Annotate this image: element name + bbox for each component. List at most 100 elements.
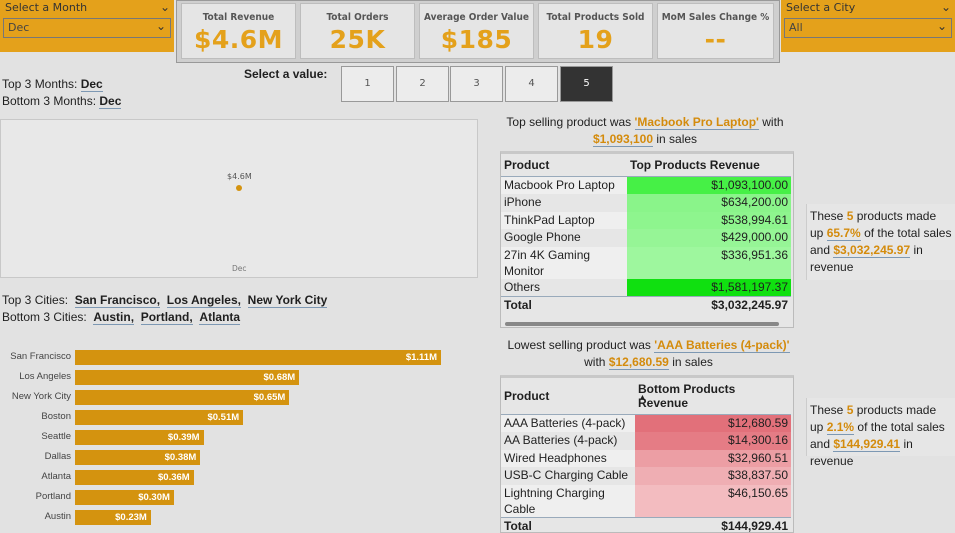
product-cell: Wired Headphones <box>501 449 635 467</box>
table-row[interactable]: iPhone $634,200.00 <box>501 194 791 212</box>
column-header-product[interactable]: Product <box>501 154 627 177</box>
bar[interactable]: $0.23M <box>75 510 151 525</box>
bar[interactable]: $0.51M <box>75 410 244 425</box>
sort-ascending-icon[interactable]: ▲ <box>639 394 646 401</box>
low-product-pre: Lowest selling product was <box>507 338 651 352</box>
chart-point[interactable] <box>236 185 242 191</box>
product-cell: USB-C Charging Cable <box>501 467 635 485</box>
kpi-value: -- <box>704 25 727 54</box>
top-months-value: Dec <box>80 77 103 92</box>
table-row[interactable]: Lightning Charging Cable $46,150.65 <box>501 484 791 517</box>
bar[interactable]: $0.65M <box>75 390 290 405</box>
product-cell: ThinkPad Laptop <box>501 211 627 229</box>
top-months: Top 3 Months: Dec <box>2 77 103 92</box>
product-cell: AA Batteries (4-pack) <box>501 432 635 450</box>
kpi-value: 19 <box>577 25 614 54</box>
city-select[interactable]: All ⌄ <box>784 18 952 38</box>
low-product-mid: with <box>584 355 606 369</box>
chart-x-label: Dec <box>232 264 247 273</box>
table-row[interactable]: Wired Headphones $32,960.51 <box>501 449 791 467</box>
table-total-row: Total $3,032,245.97 <box>501 296 791 314</box>
data-label: $1.11M <box>405 352 437 363</box>
value-option-1[interactable]: 1 <box>341 66 394 102</box>
bar-row: Atlanta $0.36M <box>0 467 478 487</box>
top-product-mid: with <box>762 115 784 129</box>
table-row[interactable]: Google Phone $429,000.00 <box>501 229 791 247</box>
summary-percent: 65.7% <box>826 226 861 241</box>
bar[interactable]: $0.39M <box>75 430 204 445</box>
kpi-value: $185 <box>440 25 513 54</box>
top-cities: Top 3 Cities: San Francisco, Los Angeles… <box>2 293 328 308</box>
total-value: $3,032,245.97 <box>711 297 788 312</box>
bar-row: Seattle $0.39M <box>0 427 478 447</box>
total-value: $144,929.41 <box>721 518 788 533</box>
low-product-sentence: Lowest selling product was 'AAA Batterie… <box>500 337 797 371</box>
top-product-sentence: Top selling product was 'Macbook Pro Lap… <box>500 114 790 148</box>
category-label: Dallas <box>44 451 71 462</box>
value-option-3[interactable]: 3 <box>450 66 503 102</box>
chevron-down-icon: ⌄ <box>936 19 947 33</box>
value-option-2[interactable]: 2 <box>396 66 449 102</box>
column-header-revenue[interactable]: Top Products Revenue <box>627 154 791 177</box>
revenue-cell: $1,093,100.00 <box>627 176 791 194</box>
bar[interactable]: $0.30M <box>75 490 174 505</box>
month-slicer: Select a Month ⌄ Dec ⌄ <box>0 0 174 52</box>
category-label: Austin <box>44 511 71 522</box>
bar-row: Boston $0.51M <box>0 407 478 427</box>
bottom-cities-label: Bottom 3 Cities: <box>2 310 87 324</box>
bar[interactable]: $0.38M <box>75 450 201 465</box>
city-select-value: All <box>789 21 803 34</box>
chart-point-label: $4.6M <box>227 172 252 181</box>
kpi-value: $4.6M <box>193 25 284 54</box>
top-months-label: Top 3 Months: <box>2 77 78 91</box>
category-label: Seattle <box>41 431 71 442</box>
column-header-revenue-label: Bottom Products Revenue <box>638 382 736 410</box>
column-header-product[interactable]: Product <box>501 378 635 415</box>
data-label: $0.39M <box>167 432 200 443</box>
bottom-months-label: Bottom 3 Months: <box>2 94 97 108</box>
bar-row: Portland $0.30M <box>0 487 478 507</box>
bottom-summary-card: These 5 products made up 2.1% of the tot… <box>806 398 955 468</box>
total-label: Total <box>504 518 532 533</box>
revenue-cell: $38,837.50 <box>635 467 791 485</box>
bar-row: Dallas $0.38M <box>0 447 478 467</box>
kpi-card-total-revenue: Total Revenue $4.6M <box>181 3 296 59</box>
table-scrollbar[interactable] <box>505 322 779 326</box>
revenue-cell: $336,951.36 <box>627 246 791 279</box>
revenue-cell: $538,994.61 <box>627 211 791 229</box>
category-label: New York City <box>11 391 71 402</box>
bottom-months-value: Dec <box>99 94 122 109</box>
table-row[interactable]: AAA Batteries (4-pack) $12,680.59 <box>501 414 791 432</box>
kpi-card-mom-sales-change: MoM Sales Change % -- <box>657 3 774 59</box>
revenue-cell: $429,000.00 <box>627 229 791 247</box>
table-row[interactable]: USB-C Charging Cable $38,837.50 <box>501 467 791 485</box>
table-row[interactable]: Others $1,581,197.37 <box>501 278 791 296</box>
month-select[interactable]: Dec ⌄ <box>3 18 171 38</box>
table-row[interactable]: Macbook Pro Laptop $1,093,100.00 <box>501 176 791 194</box>
table-row[interactable]: ThinkPad Laptop $538,994.61 <box>501 211 791 229</box>
product-cell: Lightning Charging Cable <box>501 484 635 517</box>
value-picker-label: Select a value: <box>244 67 328 81</box>
bar[interactable]: $1.11M <box>75 350 441 365</box>
low-product-post: in sales <box>672 355 713 369</box>
category-label: Los Angeles <box>19 371 71 382</box>
table-row[interactable]: 27in 4K Gaming Monitor $336,951.36 <box>501 246 791 279</box>
top-product-pre: Top selling product was <box>506 115 632 129</box>
city-slicer: Select a City ⌄ All ⌄ <box>781 0 955 52</box>
kpi-title: Total Revenue <box>202 12 275 23</box>
chevron-down-icon[interactable]: ⌄ <box>160 0 170 14</box>
bar[interactable]: $0.36M <box>75 470 194 485</box>
table-row[interactable]: AA Batteries (4-pack) $14,300.16 <box>501 432 791 450</box>
value-option-4[interactable]: 4 <box>505 66 558 102</box>
table-total-row: Total $144,929.41 <box>501 517 791 533</box>
revenue-cell: $46,150.65 <box>635 484 791 517</box>
value-option-5[interactable]: 5 <box>560 66 613 102</box>
column-header-revenue[interactable]: Bottom Products Revenue ▲ <box>635 378 791 415</box>
data-label: $0.36M <box>158 472 190 483</box>
kpi-title: Total Orders <box>326 12 389 23</box>
bar-row: San Francisco $1.11M <box>0 347 478 367</box>
chevron-down-icon[interactable]: ⌄ <box>941 0 951 14</box>
bar[interactable]: $0.68M <box>75 370 300 385</box>
kpi-card-total-products-sold: Total Products Sold 19 <box>538 3 653 59</box>
kpi-title: Total Products Sold <box>546 12 645 23</box>
